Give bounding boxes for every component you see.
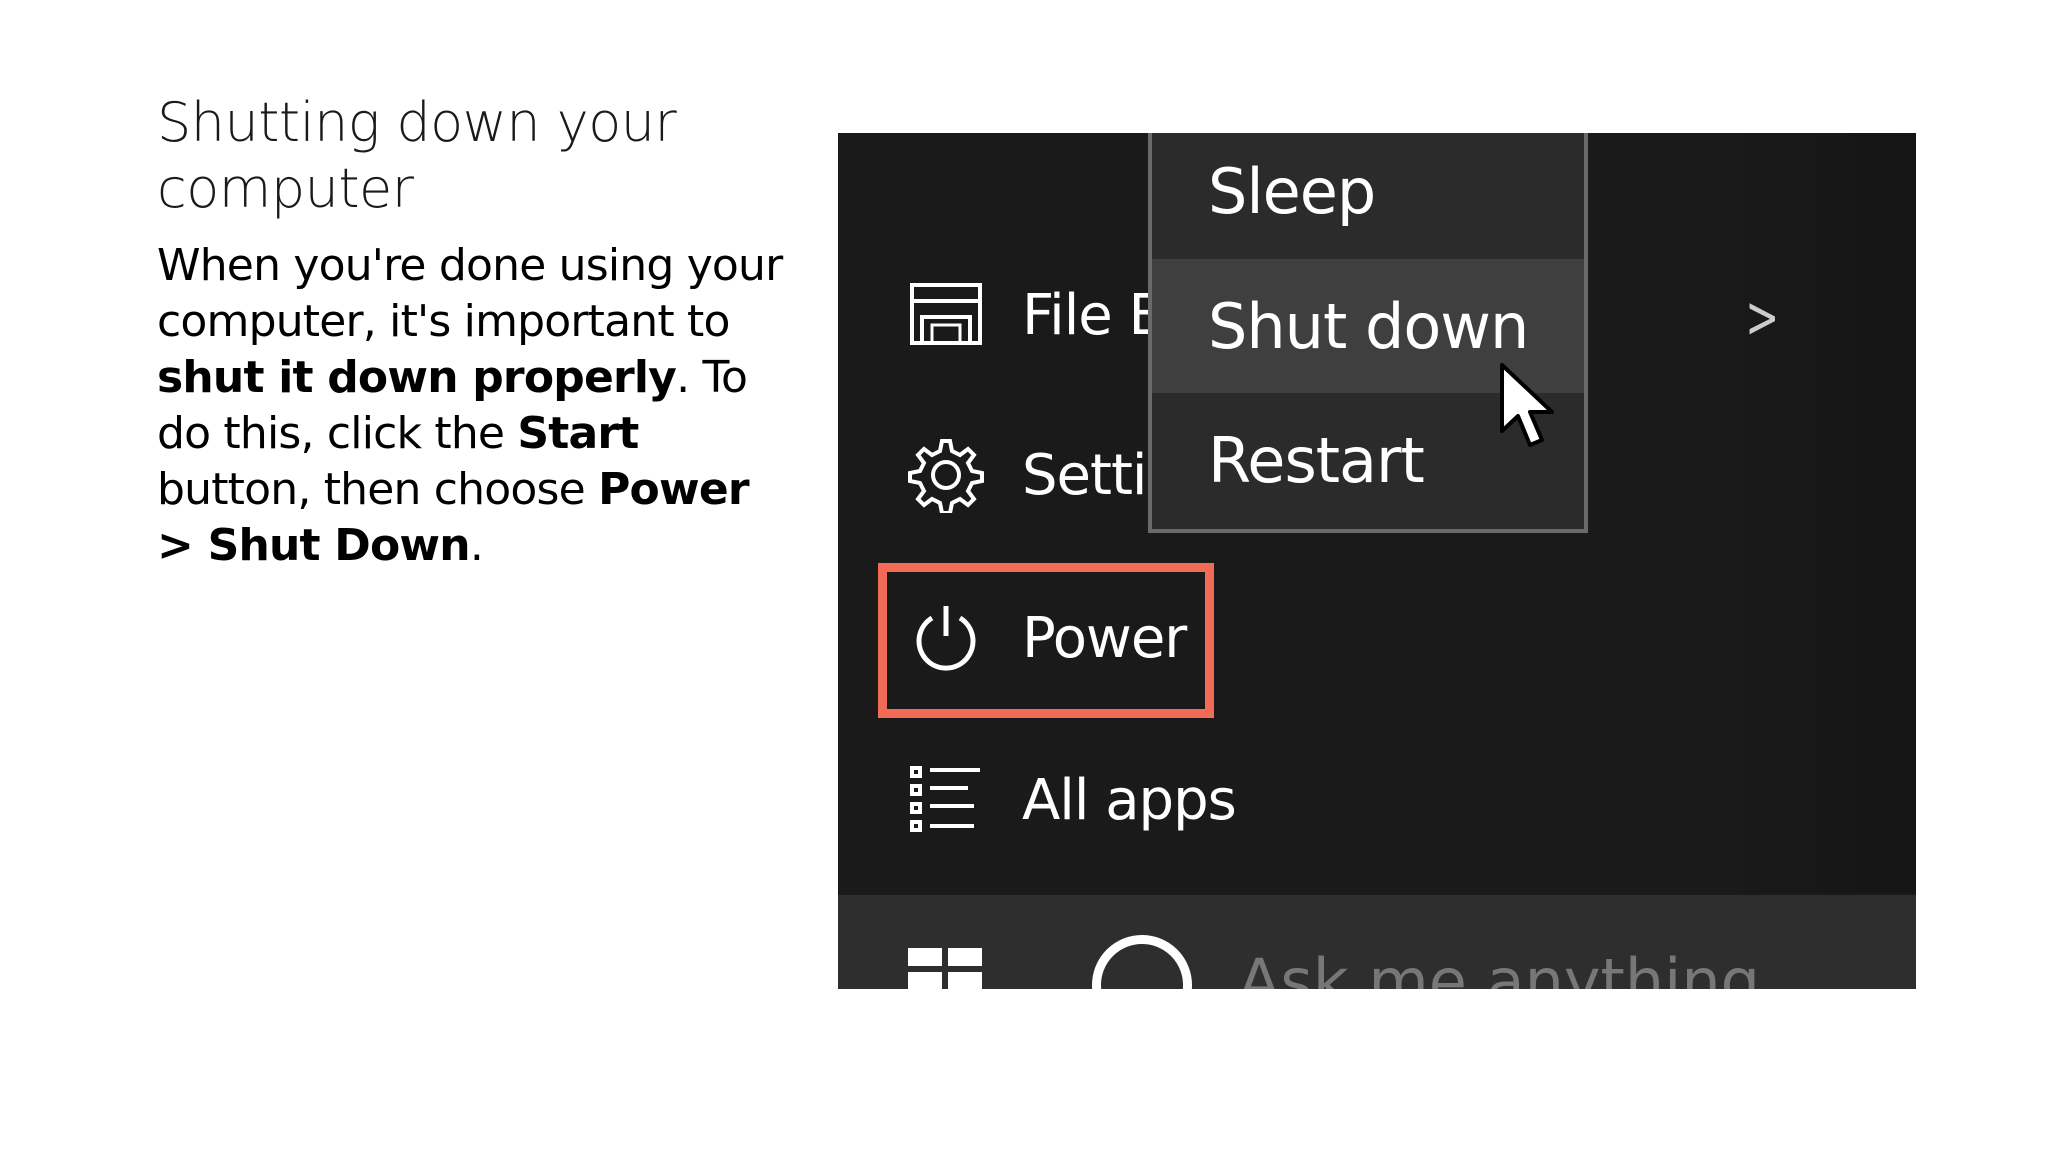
- body-end: .: [469, 520, 484, 571]
- start-menu-screenshot: File Ex Settin Power All apps > Sleep Sh…: [838, 133, 1916, 989]
- cortana-icon[interactable]: [1092, 935, 1192, 989]
- search-input[interactable]: Ask me anything: [1238, 945, 1760, 989]
- power-flyout-menu: Sleep Shut down Restart: [1148, 133, 1588, 533]
- background-shade: [1716, 133, 1916, 893]
- body-intro: When you're done using your computer, it…: [157, 240, 783, 347]
- body-emphasis-start: Start: [517, 408, 639, 459]
- power-highlight-box: [878, 563, 1214, 718]
- file-explorer-icon: [910, 283, 982, 345]
- slide-title: Shutting down your computer: [157, 91, 677, 220]
- windows-start-icon[interactable]: [908, 948, 982, 989]
- chevron-right-icon[interactable]: >: [1745, 283, 1779, 351]
- taskbar: Ask me anything: [838, 895, 1916, 989]
- body-emphasis-shutdown: shut it down properly: [157, 352, 677, 403]
- slide-body: When you're done using your computer, it…: [157, 238, 797, 574]
- gear-icon: [908, 439, 984, 513]
- mouse-cursor-icon: [1500, 363, 1554, 447]
- body-mid2: button, then choose: [157, 464, 599, 515]
- menu-item-all-apps[interactable]: All apps: [908, 745, 1238, 855]
- flyout-item-sleep[interactable]: Sleep: [1152, 133, 1584, 259]
- menu-item-label: All apps: [1022, 767, 1237, 833]
- list-icon: [910, 766, 980, 832]
